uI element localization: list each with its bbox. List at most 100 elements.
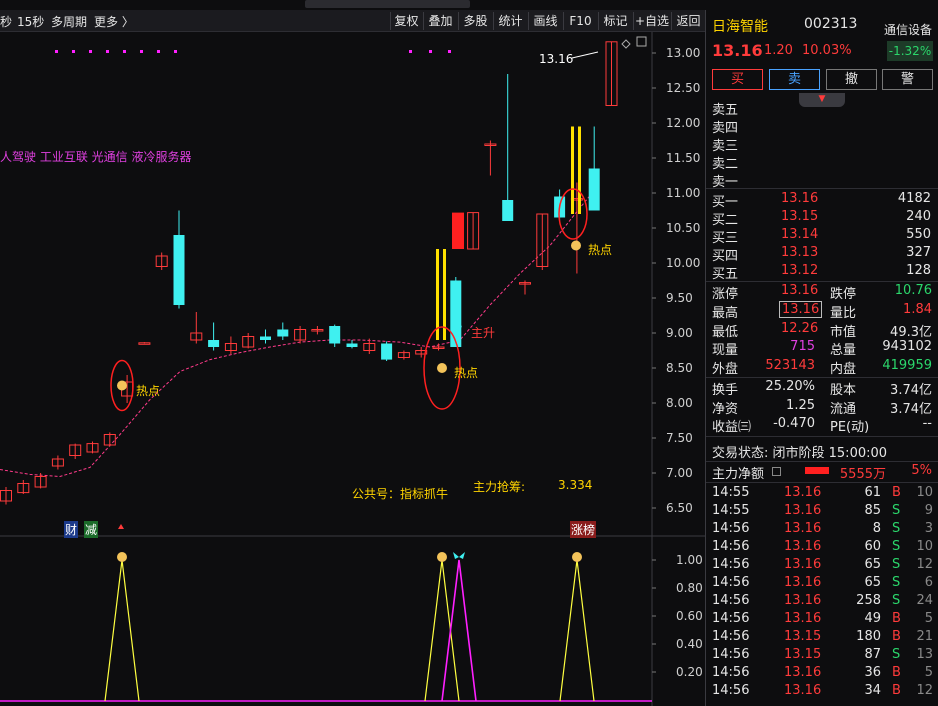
money-bag-icon bbox=[437, 552, 447, 562]
tick-side: S bbox=[892, 575, 901, 590]
candle-body bbox=[588, 168, 600, 211]
draw-line-button[interactable]: 画线 bbox=[528, 12, 562, 30]
limit-up-bar bbox=[436, 249, 439, 340]
sell-button[interactable]: 卖 bbox=[769, 69, 820, 90]
last-price-label: 13.16 bbox=[539, 52, 574, 66]
buy-button[interactable]: 买 bbox=[712, 69, 763, 90]
y-tick-label: 9.00 bbox=[666, 326, 693, 340]
price-pointer bbox=[571, 51, 599, 59]
marker-dot bbox=[174, 50, 177, 53]
float-shares-value: 3.74亿 bbox=[890, 402, 932, 417]
turnover-value: 25.20% bbox=[765, 379, 815, 394]
period-15s[interactable]: 15秒 bbox=[17, 13, 44, 30]
limit-up-value: 13.16 bbox=[781, 283, 819, 298]
candle-body bbox=[329, 326, 341, 344]
multi-period[interactable]: 多周期 bbox=[51, 13, 87, 30]
y-tick-label: 11.50 bbox=[666, 151, 700, 165]
money-bag-icon bbox=[572, 552, 582, 562]
divider bbox=[706, 188, 938, 189]
tick-volume: 60 bbox=[864, 539, 881, 554]
outer-disc-value: 523143 bbox=[765, 358, 815, 373]
ask-row: 卖五 bbox=[706, 98, 938, 118]
limit-board-tag[interactable]: 涨榜 bbox=[570, 521, 597, 538]
signal-peak bbox=[104, 559, 140, 702]
finance-event-tag[interactable]: 财 bbox=[64, 521, 79, 538]
tick-volume: 180 bbox=[856, 629, 881, 644]
stock-name: 日海智能 bbox=[712, 19, 768, 35]
multi-stock-button[interactable]: 多股 bbox=[458, 12, 492, 30]
tick-volume: 258 bbox=[856, 593, 881, 608]
price-alert-button[interactable]: 警 bbox=[882, 69, 933, 90]
tick-price: 13.15 bbox=[784, 647, 822, 662]
bid-row[interactable]: 买一 13.16 4182 bbox=[706, 190, 938, 210]
bid-row[interactable]: 买二 13.15 240 bbox=[706, 208, 938, 228]
tick-row: 14:55 13.16 61 B 10 bbox=[706, 484, 938, 502]
bid-row[interactable]: 买五 13.12 128 bbox=[706, 262, 938, 282]
divider bbox=[706, 281, 938, 282]
period-second[interactable]: 秒 bbox=[0, 13, 12, 30]
money-bag-icon bbox=[437, 363, 447, 373]
net-assets-value: 1.25 bbox=[786, 398, 815, 413]
bid-row[interactable]: 买四 13.13 327 bbox=[706, 244, 938, 264]
cancel-order-button[interactable]: 撤 bbox=[826, 69, 877, 90]
tick-volume: 34 bbox=[864, 683, 881, 698]
limit-down-value: 10.76 bbox=[894, 283, 932, 298]
tick-time: 14:56 bbox=[712, 557, 750, 572]
pe-label: PE(动) bbox=[830, 420, 870, 435]
bid-volume: 4182 bbox=[897, 191, 931, 206]
bid-row[interactable]: 买三 13.14 550 bbox=[706, 226, 938, 246]
bid-price: 13.14 bbox=[781, 227, 819, 242]
tick-count: 24 bbox=[916, 593, 933, 608]
tick-volume: 65 bbox=[864, 575, 881, 590]
add-watchlist-button[interactable]: +自选 bbox=[633, 12, 670, 30]
statistics-button[interactable]: 统计 bbox=[493, 12, 527, 30]
tick-price: 13.16 bbox=[784, 503, 822, 518]
more-menu[interactable]: 更多 〉 bbox=[94, 13, 134, 30]
sector-name[interactable]: 通信设备 bbox=[884, 21, 932, 38]
back-button[interactable]: 返回 bbox=[671, 12, 705, 30]
limit-up-label: 涨停 bbox=[712, 287, 739, 302]
bid-price: 13.15 bbox=[781, 209, 819, 224]
tick-time: 14:56 bbox=[712, 593, 750, 608]
money-bag-icon bbox=[571, 240, 581, 251]
divider bbox=[706, 377, 938, 378]
y-tick-label: 13.00 bbox=[666, 46, 700, 60]
hot-signal-label-1: 热点 bbox=[136, 384, 161, 398]
mark-button[interactable]: 标记 bbox=[598, 12, 632, 30]
overlay-button[interactable]: 叠加 bbox=[423, 12, 457, 30]
candle-body bbox=[260, 336, 271, 340]
market-cap-value: 49.3亿 bbox=[890, 325, 932, 340]
tick-price: 13.16 bbox=[784, 539, 822, 554]
restore-rights-button[interactable]: 复权 bbox=[390, 12, 422, 30]
tick-side: B bbox=[892, 683, 901, 698]
tick-row: 14:56 13.16 65 S 6 bbox=[706, 574, 938, 592]
bid-volume: 240 bbox=[906, 209, 931, 224]
kline-chart[interactable]: 13.00 12.50 12.00 11.50 11.00 10.50 10.00 9.50 9… bbox=[0, 32, 705, 706]
inner-disc-label: 内盘 bbox=[830, 362, 857, 377]
f10-button[interactable]: F10 bbox=[563, 12, 597, 30]
list-icon[interactable] bbox=[772, 467, 781, 476]
share-capital-label: 股本 bbox=[830, 383, 857, 398]
reduce-event-tag[interactable]: 减 bbox=[84, 521, 99, 538]
window-icon bbox=[636, 36, 647, 47]
tick-row: 14:56 13.16 8 S 3 bbox=[706, 520, 938, 538]
candle-body bbox=[208, 340, 220, 347]
signal-peak bbox=[559, 559, 595, 702]
bid-label: 买五 bbox=[712, 267, 739, 282]
candle-body bbox=[381, 343, 393, 360]
price-change: 1.20 bbox=[764, 43, 793, 58]
tick-time: 14:56 bbox=[712, 665, 750, 680]
y-tick-label: 11.00 bbox=[666, 186, 700, 200]
divider bbox=[706, 461, 938, 462]
horizontal-scrollbar[interactable] bbox=[305, 0, 470, 8]
tick-volume: 87 bbox=[864, 647, 881, 662]
tick-side: S bbox=[892, 503, 901, 518]
y-tick-label: 10.50 bbox=[666, 221, 700, 235]
tick-side: S bbox=[892, 647, 901, 662]
public-account-text: 公共号：指标抓牛 bbox=[352, 487, 449, 501]
y-tick-label: 7.00 bbox=[666, 466, 693, 480]
ask-row: 卖四 bbox=[706, 116, 938, 136]
tick-side: B bbox=[892, 485, 901, 500]
tick-row: 14:56 13.15 87 S 13 bbox=[706, 646, 938, 664]
tick-volume: 36 bbox=[864, 665, 881, 680]
